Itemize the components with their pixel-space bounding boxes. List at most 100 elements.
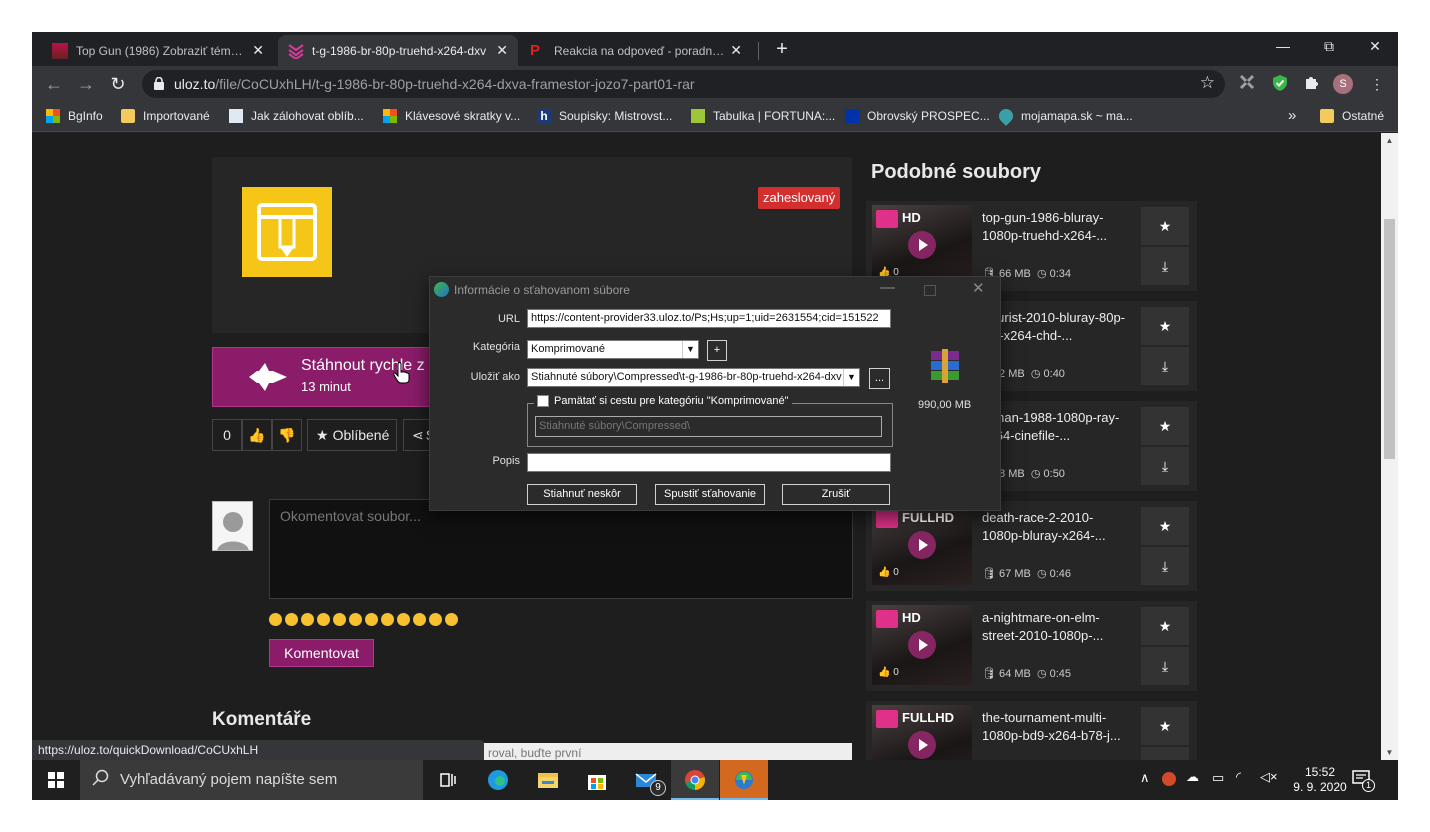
emoji-icon[interactable] xyxy=(333,613,346,626)
emoji-icon[interactable] xyxy=(301,613,314,626)
volume-icon[interactable]: ◁× xyxy=(1260,769,1278,785)
close-tab-icon[interactable]: ✕ xyxy=(252,42,264,59)
bookmark-mojamapa[interactable]: mojamapa.sk ~ ma... xyxy=(996,106,1133,126)
similar-file-item[interactable]: FULLHD the-tournament-multi-1080p-bd9-x26… xyxy=(866,701,1197,760)
bookmark-tabulka[interactable]: Tabulka | FORTUNA:... xyxy=(691,109,835,123)
cancel-button[interactable]: Zrušiť xyxy=(782,484,890,505)
chrome-taskbar-button[interactable] xyxy=(671,760,719,800)
download-button[interactable]: ⤓ xyxy=(1141,247,1189,285)
play-icon[interactable] xyxy=(908,731,936,759)
description-field[interactable] xyxy=(527,453,891,472)
task-view-button[interactable] xyxy=(424,760,472,800)
remember-path-checkbox[interactable]: Pamätať si cestu pre kategóriu "Komprimo… xyxy=(534,395,792,407)
favorite-star-button[interactable]: ★ xyxy=(1141,607,1189,645)
bookmark-star-icon[interactable]: ☆ xyxy=(1200,73,1215,93)
similar-file-name[interactable]: a-nightmare-on-elm-street-2010-1080p-... xyxy=(982,609,1132,645)
emoji-icon[interactable] xyxy=(445,613,458,626)
emoji-icon[interactable] xyxy=(381,613,394,626)
start-download-button[interactable]: Spustiť sťahovanie xyxy=(655,484,765,505)
similar-file-name[interactable]: top-gun-1986-bluray-1080p-truehd-x264-..… xyxy=(982,209,1132,245)
close-tab-icon[interactable]: ✕ xyxy=(496,42,508,59)
close-window-button[interactable]: ✕ xyxy=(1352,32,1398,62)
favorite-star-button[interactable]: ★ xyxy=(1141,307,1189,345)
similar-file-name[interactable]: death-race-2-2010-1080p-bluray-x264-... xyxy=(982,509,1132,545)
tray-app-icon[interactable] xyxy=(1162,772,1176,786)
download-button[interactable]: ⤓ xyxy=(1141,347,1189,385)
battery-icon[interactable]: ▭ xyxy=(1212,770,1224,786)
mail-taskbar-button[interactable]: 9 xyxy=(622,760,670,800)
download-button[interactable]: ⤓ xyxy=(1141,447,1189,485)
new-tab-button[interactable]: + xyxy=(770,38,794,62)
video-thumbnail[interactable]: FULLHD 👍 0 xyxy=(872,505,972,585)
bookmark-prospec[interactable]: Obrovský PROSPEC... xyxy=(845,109,990,123)
file-explorer-taskbar-button[interactable] xyxy=(524,760,572,800)
scroll-up-icon[interactable]: ▲ xyxy=(1381,136,1398,145)
emoji-icon[interactable] xyxy=(413,613,426,626)
bookmark-zalohovat[interactable]: Jak zálohovat oblíb... xyxy=(229,109,364,123)
emoji-icon[interactable] xyxy=(365,613,378,626)
similar-file-name[interactable]: the-tournament-multi-1080p-bd9-x264-b78-… xyxy=(982,709,1132,745)
add-category-button[interactable]: + xyxy=(707,340,727,361)
download-later-button[interactable]: Stiahnuť neskôr xyxy=(527,484,637,505)
play-icon[interactable] xyxy=(908,531,936,559)
dialog-close-button[interactable]: ✕ xyxy=(972,279,985,297)
similar-file-name[interactable]: n-man-1988-1080p-ray-x264-cinefile-... xyxy=(982,409,1132,445)
address-bar[interactable]: uloz.to/file/CoCUxhLH/t-g-1986-br-80p-tr… xyxy=(142,70,1225,98)
favorite-star-button[interactable]: ★ xyxy=(1141,207,1189,245)
show-hidden-icons-icon[interactable]: ∧ xyxy=(1140,770,1150,786)
bookmark-klavesove[interactable]: Klávesové skratky v... xyxy=(383,109,520,123)
favorite-star-button[interactable]: ★ xyxy=(1141,407,1189,445)
extensions-puzzle-icon[interactable] xyxy=(1302,74,1322,94)
emoji-icon[interactable] xyxy=(269,613,282,626)
tab-ulozto[interactable]: t-g-1986-br-80p-truehd-x264-dxv ✕ xyxy=(278,35,518,66)
emoji-icon[interactable] xyxy=(285,613,298,626)
url-field[interactable]: https://content-provider33.uloz.to/Ps;Hs… xyxy=(527,309,891,328)
video-thumbnail[interactable]: HD 👍 0 xyxy=(872,605,972,685)
browse-button[interactable]: ... xyxy=(869,368,890,389)
bookmarks-more-button[interactable]: » xyxy=(1288,107,1296,124)
bookmark-bginfo[interactable]: BgInfo xyxy=(46,109,103,123)
close-tab-icon[interactable]: ✕ xyxy=(730,42,742,59)
category-select[interactable]: Komprimované ▼ xyxy=(527,340,699,359)
thumbs-down-button[interactable]: 👎 xyxy=(272,419,302,451)
emoji-icon[interactable] xyxy=(349,613,362,626)
scroll-down-icon[interactable]: ▼ xyxy=(1381,748,1398,757)
emoji-icon[interactable] xyxy=(397,613,410,626)
profile-avatar[interactable]: S xyxy=(1333,74,1353,94)
favorite-star-button[interactable]: ★ xyxy=(1141,507,1189,545)
bookmark-importovane[interactable]: Importované xyxy=(121,109,210,123)
video-thumbnail[interactable]: FULLHD xyxy=(872,705,972,760)
taskbar-clock[interactable]: 15:52 9. 9. 2020 xyxy=(1290,765,1350,795)
download-button[interactable]: ⤓ xyxy=(1141,647,1189,685)
page-scrollbar[interactable]: ▲ ▼ xyxy=(1381,133,1398,760)
tab-topgun-forum[interactable]: Top Gun (1986) Zobraziť tému - W ✕ xyxy=(42,35,274,66)
emoji-icon[interactable] xyxy=(429,613,442,626)
tab-poradna[interactable]: P Reakcia na odpoveď - poradna.n ✕ xyxy=(520,35,752,66)
dialog-minimize-button[interactable]: — xyxy=(880,279,895,296)
reload-button[interactable]: ↻ xyxy=(105,71,131,97)
idm-taskbar-button[interactable] xyxy=(720,760,768,800)
play-icon[interactable] xyxy=(908,231,936,259)
action-center-button[interactable]: 1 xyxy=(1352,770,1375,792)
start-button[interactable] xyxy=(32,760,80,800)
minimize-button[interactable]: — xyxy=(1260,32,1306,62)
save-as-select[interactable]: Stiahnuté súbory\Compressed\t-g-1986-br-… xyxy=(527,368,860,387)
video-thumbnail[interactable]: HD 👍 0 xyxy=(872,205,972,285)
forward-button[interactable]: → xyxy=(73,71,99,97)
play-icon[interactable] xyxy=(908,631,936,659)
taskbar-search[interactable]: Vyhľadávaný pojem napíšte sem xyxy=(80,760,423,800)
adblock-shield-icon[interactable] xyxy=(1270,74,1290,94)
bookmark-soupisky[interactable]: h Soupisky: Mistrovst... xyxy=(537,109,672,123)
download-button[interactable]: ⤓ xyxy=(1141,547,1189,585)
scrollbar-thumb[interactable] xyxy=(1384,219,1395,459)
maximize-button[interactable]: ⧉ xyxy=(1306,32,1352,62)
thumbs-up-button[interactable]: 👍 xyxy=(242,419,272,451)
wifi-icon[interactable]: ◜ xyxy=(1236,769,1241,785)
submit-comment-button[interactable]: Komentovat xyxy=(269,639,374,667)
extension-puzzle-grid-icon[interactable] xyxy=(1237,74,1257,94)
favorite-star-button[interactable]: ★ xyxy=(1141,707,1189,745)
favorite-button[interactable]: ★ Oblíbené xyxy=(307,419,397,451)
menu-kebab-icon[interactable]: ⋮ xyxy=(1367,74,1387,94)
onedrive-cloud-icon[interactable]: ☁ xyxy=(1186,769,1199,785)
download-button[interactable]: ⤓ xyxy=(1141,747,1189,760)
